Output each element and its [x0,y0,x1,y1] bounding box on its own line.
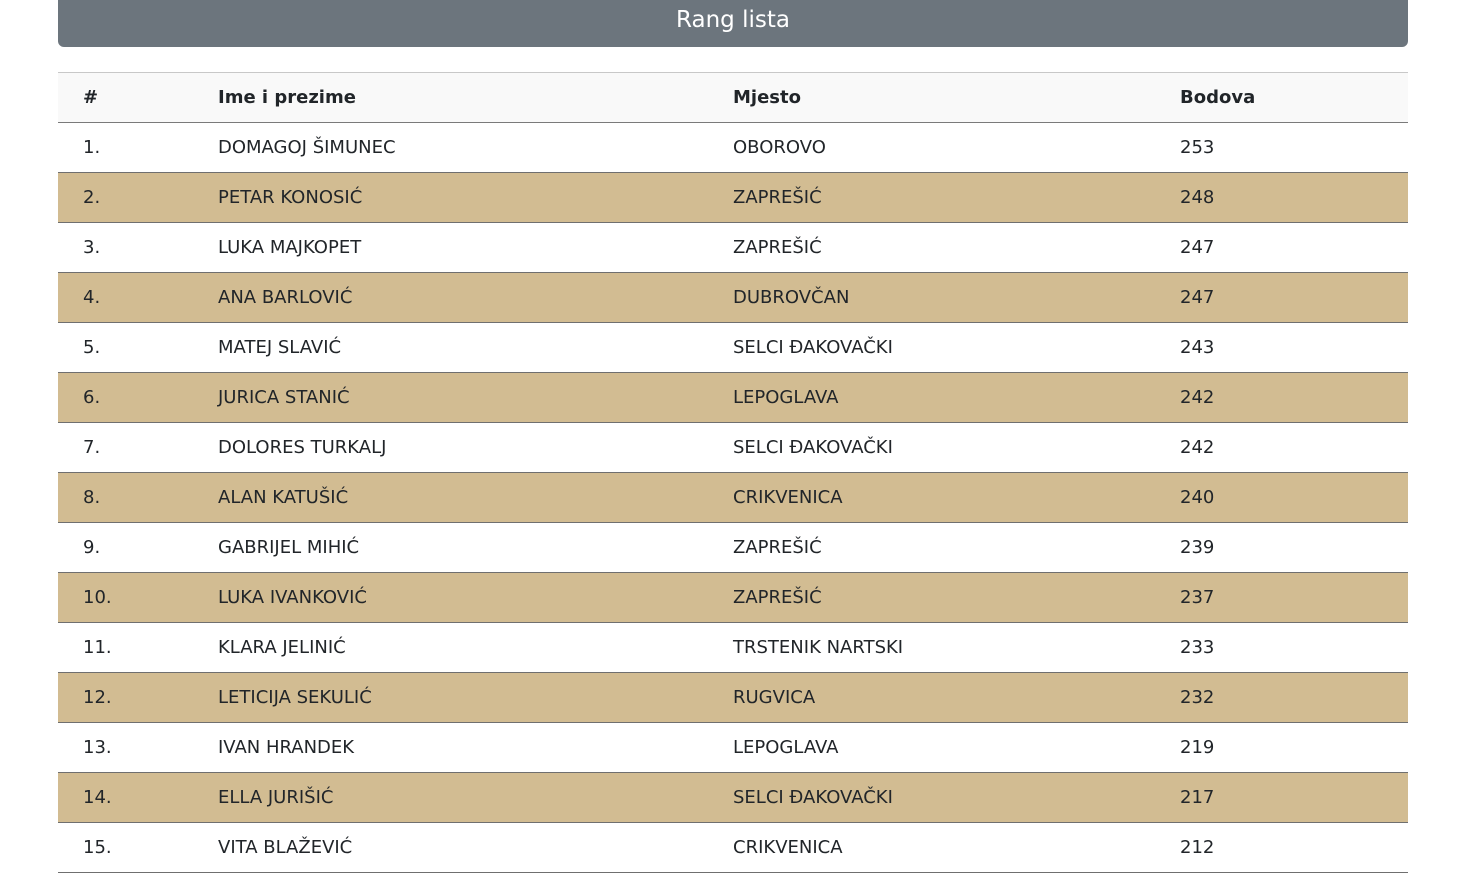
table-row: 1. DOMAGOJ ŠIMUNEC OBOROVO 253 [58,122,1408,173]
table-row: 14. ELLA JURIŠIĆ SELCI ĐAKOVAČKI 217 [58,772,1408,823]
table-row: 4. ANA BARLOVIĆ DUBROVČAN 247 [58,272,1408,323]
rank-cell: 4. [58,272,193,323]
name-cell: DOMAGOJ ŠIMUNEC [193,122,708,173]
name-cell: LUKA IVANKOVIĆ [193,572,708,623]
rank-cell: 13. [58,722,193,773]
ranking-table: # Ime i prezime Mjesto Bodova 1. DOMAGOJ… [58,72,1408,873]
points-cell: 233 [1155,622,1408,673]
column-header-rank: # [58,72,193,123]
rank-cell: 1. [58,122,193,173]
points-cell: 248 [1155,172,1408,223]
place-cell: SELCI ĐAKOVAČKI [708,772,1155,823]
points-cell: 242 [1155,422,1408,473]
points-cell: 240 [1155,472,1408,523]
name-cell: ANA BARLOVIĆ [193,272,708,323]
table-row: 2. PETAR KONOSIĆ ZAPREŠIĆ 248 [58,172,1408,223]
rank-cell: 8. [58,472,193,523]
name-cell: MATEJ SLAVIĆ [193,322,708,373]
table-row: 9. GABRIJEL MIHIĆ ZAPREŠIĆ 239 [58,522,1408,573]
rank-cell: 3. [58,222,193,273]
place-cell: SELCI ĐAKOVAČKI [708,322,1155,373]
rank-cell: 11. [58,622,193,673]
points-cell: 212 [1155,822,1408,873]
table-row: 6. JURICA STANIĆ LEPOGLAVA 242 [58,372,1408,423]
name-cell: PETAR KONOSIĆ [193,172,708,223]
table-row: 13. IVAN HRANDEK LEPOGLAVA 219 [58,722,1408,773]
place-cell: ZAPREŠIĆ [708,172,1155,223]
rank-cell: 2. [58,172,193,223]
table-row: 7. DOLORES TURKALJ SELCI ĐAKOVAČKI 242 [58,422,1408,473]
name-cell: DOLORES TURKALJ [193,422,708,473]
points-cell: 237 [1155,572,1408,623]
rank-cell: 7. [58,422,193,473]
points-cell: 217 [1155,772,1408,823]
name-cell: ELLA JURIŠIĆ [193,772,708,823]
place-cell: LEPOGLAVA [708,372,1155,423]
page-title: Rang lista [58,0,1408,47]
place-cell: ZAPREŠIĆ [708,222,1155,273]
table-row: 15. VITA BLAŽEVIĆ CRIKVENICA 212 [58,822,1408,873]
table-row: 3. LUKA MAJKOPET ZAPREŠIĆ 247 [58,222,1408,273]
name-cell: JURICA STANIĆ [193,372,708,423]
table-row: 11. KLARA JELINIĆ TRSTENIK NARTSKI 233 [58,622,1408,673]
place-cell: CRIKVENICA [708,822,1155,873]
rank-cell: 14. [58,772,193,823]
points-cell: 247 [1155,222,1408,273]
name-cell: KLARA JELINIĆ [193,622,708,673]
table-row: 12. LETICIJA SEKULIĆ RUGVICA 232 [58,672,1408,723]
points-cell: 242 [1155,372,1408,423]
table-row: 8. ALAN KATUŠIĆ CRIKVENICA 240 [58,472,1408,523]
points-cell: 243 [1155,322,1408,373]
name-cell: IVAN HRANDEK [193,722,708,773]
column-header-place: Mjesto [708,72,1155,123]
place-cell: SELCI ĐAKOVAČKI [708,422,1155,473]
points-cell: 232 [1155,672,1408,723]
page: Rang lista # Ime i prezime Mjesto Bodova… [0,0,1470,879]
place-cell: DUBROVČAN [708,272,1155,323]
rank-cell: 15. [58,822,193,873]
rank-cell: 6. [58,372,193,423]
name-cell: LETICIJA SEKULIĆ [193,672,708,723]
place-cell: CRIKVENICA [708,472,1155,523]
place-cell: ZAPREŠIĆ [708,572,1155,623]
rank-cell: 9. [58,522,193,573]
rank-cell: 12. [58,672,193,723]
column-header-name: Ime i prezime [193,72,708,123]
place-cell: OBOROVO [708,122,1155,173]
points-cell: 219 [1155,722,1408,773]
place-cell: LEPOGLAVA [708,722,1155,773]
points-cell: 239 [1155,522,1408,573]
rank-cell: 10. [58,572,193,623]
table-header-row: # Ime i prezime Mjesto Bodova [58,72,1408,123]
points-cell: 253 [1155,122,1408,173]
table-row: 10. LUKA IVANKOVIĆ ZAPREŠIĆ 237 [58,572,1408,623]
place-cell: RUGVICA [708,672,1155,723]
table-row: 5. MATEJ SLAVIĆ SELCI ĐAKOVAČKI 243 [58,322,1408,373]
points-cell: 247 [1155,272,1408,323]
name-cell: VITA BLAŽEVIĆ [193,822,708,873]
name-cell: ALAN KATUŠIĆ [193,472,708,523]
name-cell: GABRIJEL MIHIĆ [193,522,708,573]
column-header-points: Bodova [1155,72,1408,123]
place-cell: TRSTENIK NARTSKI [708,622,1155,673]
rank-cell: 5. [58,322,193,373]
place-cell: ZAPREŠIĆ [708,522,1155,573]
name-cell: LUKA MAJKOPET [193,222,708,273]
